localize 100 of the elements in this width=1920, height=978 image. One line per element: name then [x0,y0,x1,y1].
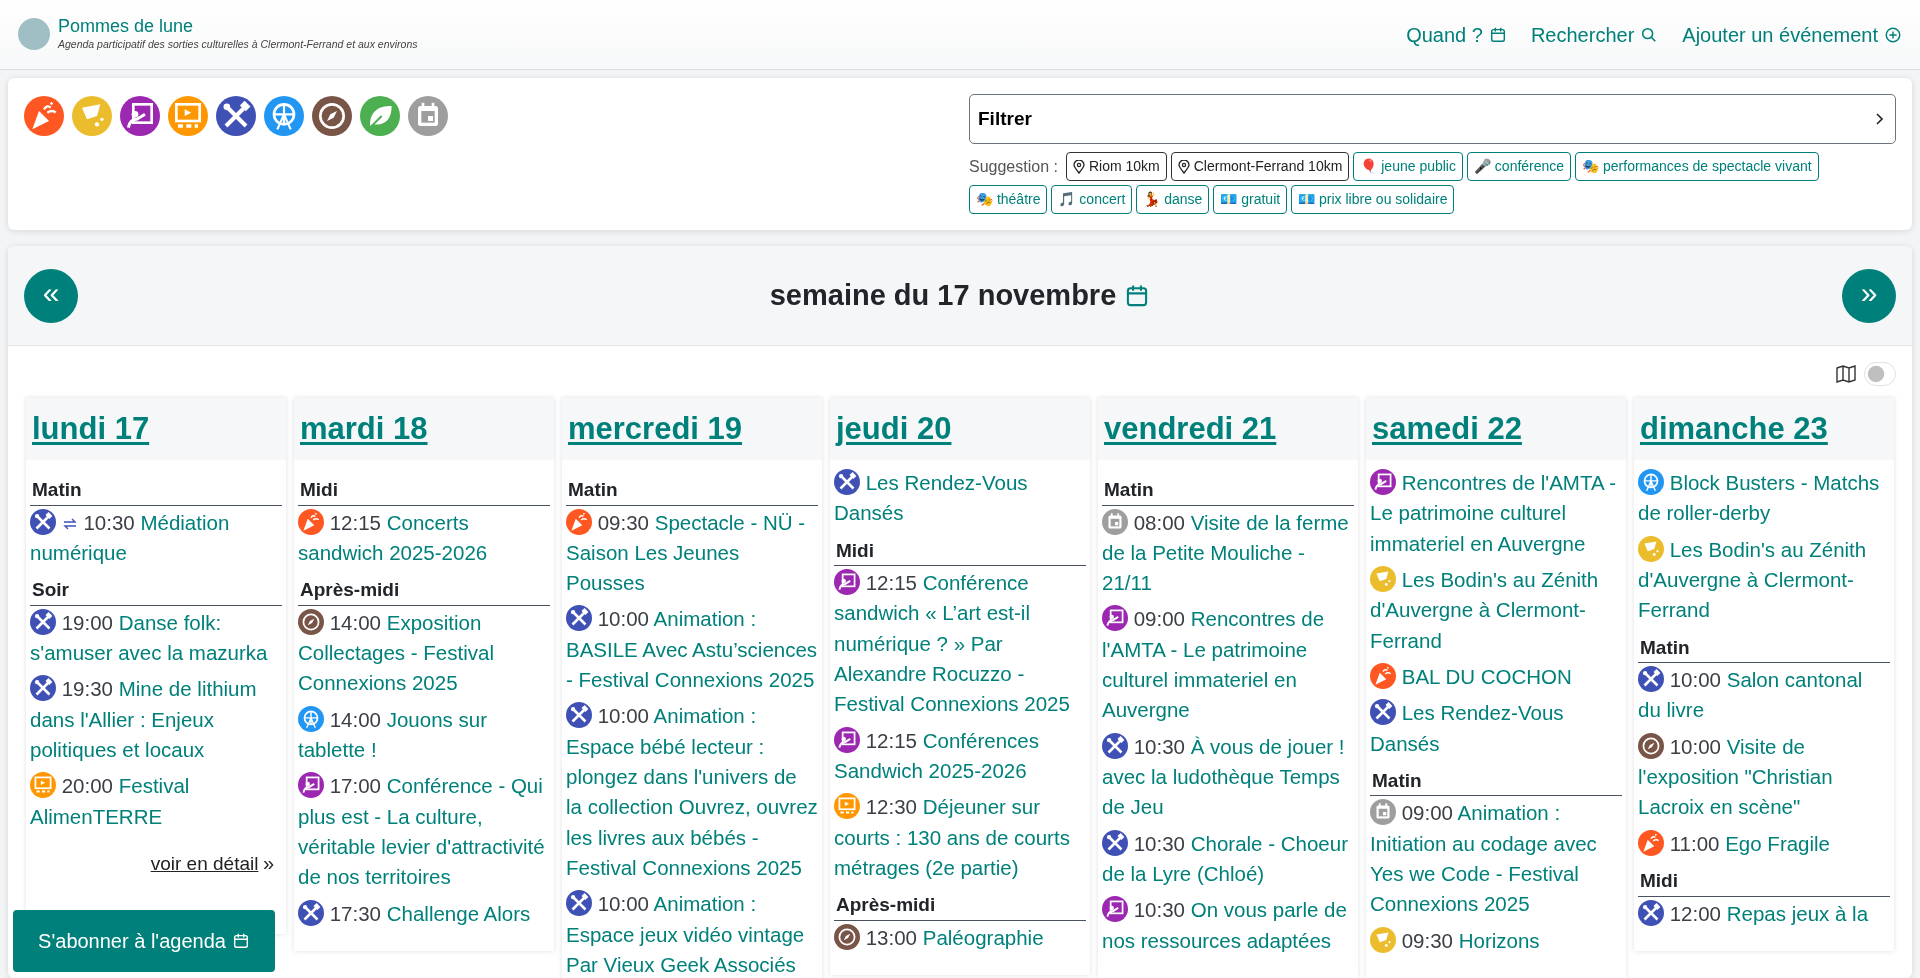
event-link[interactable]: Block Busters - Matchs de roller-derby [1638,468,1890,529]
event-link[interactable]: 12:15 Concerts sandwich 2025-2026 [298,507,550,569]
pin-icon [1072,159,1085,174]
time-of-day-heading: Après-midi [834,891,1086,921]
ferris-wheel-icon [298,705,324,732]
event-link[interactable]: 17:00 Conférence - Qui plus est - La culture, véritable levier d'attractivité de nos territoires [298,771,550,893]
screen-icon[interactable] [168,96,208,136]
event-link[interactable]: 11:00 Ego Fragile [1638,828,1890,860]
suggestion-chip[interactable]: Riom 10km [1065,152,1167,181]
tools-icon [1638,899,1664,926]
pin-icon [1177,159,1190,174]
suggestion-chip[interactable]: 💃 danse [1136,185,1210,214]
tools-icon [566,702,592,729]
event-link[interactable]: 08:00 Visite de la ferme de la Petite Mouliche - 21/11 [1102,507,1354,599]
time-of-day-heading: Midi [1638,867,1890,897]
event-link[interactable]: 10:00 Salon cantonal du livre [1638,665,1890,726]
event-link[interactable]: 19:00 Danse folk: s'amuser avec la mazurka [30,607,282,669]
tools-icon[interactable] [216,96,256,136]
nav-link[interactable]: Quand ? [1406,19,1507,50]
event-link[interactable]: 09:00 Animation : Initiation au codage avec Yes we Code - Festival Connexions 2025 [1370,798,1622,920]
calendar-icon [1488,25,1507,44]
time-of-day-heading: Matin [1638,633,1890,664]
screen-icon [834,793,860,820]
event-link[interactable]: Rencontres de l'AMTA - Le patrimoine culturel immateriel en Auvergne [1370,468,1622,559]
event-link[interactable]: 13:00 Paléographie [834,922,1086,954]
party-popper-icon [566,508,592,535]
nav-link[interactable]: Ajouter un événement [1682,19,1902,50]
leaf-icon[interactable] [360,96,400,136]
suggestion-chip[interactable]: 💶 gratuit [1213,185,1288,214]
event-link[interactable]: Les Rendez-Vous Dansés [1370,698,1622,759]
party-popper-icon [1370,662,1396,689]
event-link[interactable]: 09:30 Horizons [1370,925,1622,957]
event-link[interactable]: 14:00 Jouons sur tablette ! [298,704,550,766]
event-link[interactable]: 10:00 Animation : BASILE Avec Astu’sciences - Festival Connexions 2025 [566,604,818,696]
suggestion-chip[interactable]: 🎵 concert [1051,185,1133,214]
presenter-icon [834,726,860,753]
event-link[interactable]: 10:00 Animation : Espace jeux vidéo vintage Par Vieux Geek Associés [566,889,818,978]
event-link[interactable]: 10:30 À vous de jouer ! avec la ludothèque Temps de Jeu [1102,731,1354,823]
tools-icon [1102,829,1128,856]
suggestion-chip[interactable]: 💶 prix libre ou solidaire [1291,185,1455,214]
previous-week-button[interactable]: « [24,268,78,323]
event-link[interactable]: 09:00 Rencontres de l'AMTA - Le patrimoine culturel immateriel en Auvergne [1102,604,1354,726]
compass-icon [298,608,324,635]
event-link[interactable]: 12:00 Repas jeux à la [1638,898,1890,929]
calendar-icon[interactable] [408,96,448,136]
party-popper-icon [298,508,324,535]
tools-icon [834,469,860,495]
filter-toggle[interactable]: Filtrer [969,94,1896,144]
chevrons-icon: » [262,851,274,874]
time-of-day-heading: Matin [1370,766,1622,797]
event-link[interactable]: 10:00 Animation : Espace bébé lecteur : plongez dans l'univers de la collection Ouvrez, ouvrez les livres aux bébés - Festival Connexions 2025 [566,701,818,884]
nav-link[interactable]: Rechercher [1530,19,1659,50]
event-link[interactable]: 10:30 On vous parle de nos ressources adaptées [1102,895,1354,957]
suggestion-chip[interactable]: 🎭 théâtre [969,185,1048,214]
time-of-day-heading: Matin [30,476,282,506]
event-link[interactable]: 10:00 Visite de l'exposition "Christian Lacroix en scène" [1638,731,1890,823]
next-week-button[interactable]: » [1842,268,1896,323]
event-link[interactable]: 14:00 Exposition Collectages - Festival Connexions 2025 [298,607,550,699]
compass-icon[interactable] [312,96,352,136]
site-title[interactable]: Pommes de lune [58,16,418,37]
event-link[interactable]: 19:30 Mine de lithium dans l'Allier : Enjeux politiques et locaux [30,674,282,766]
event-link[interactable]: Les Bodin's au Zénith d'Auvergne à Clermont-Ferrand [1638,534,1890,626]
tools-icon [1102,732,1128,759]
tools-icon [1638,666,1664,693]
calendar-icon [1102,508,1128,535]
suggestion-chip[interactable]: 🎤 conférence [1467,152,1572,181]
event-link[interactable]: 20:00 Festival AlimenTERRE [30,771,282,832]
event-link[interactable]: 12:15 Conférence sandwich « L’art est-il numérique ? » Par Alexandre Rocuzzo - Festival Connexions 2025 [834,568,1086,720]
bucket-icon [1370,566,1396,592]
tools-icon [566,890,592,917]
map-view-switch[interactable] [1864,362,1896,386]
event-link[interactable]: 09:30 Spectacle - NÜ - Saison Les Jeunes Pousses [566,507,818,599]
event-link[interactable]: Les Rendez-Vous Dansés [834,468,1086,529]
bucket-icon[interactable] [72,96,112,136]
presenter-icon[interactable] [120,96,160,136]
details-link[interactable]: voir en détail [150,852,259,874]
compass-icon [834,923,860,950]
time-of-day-heading: Matin [566,476,818,506]
ferris-wheel-icon[interactable] [264,96,304,136]
party-popper-icon[interactable] [24,96,64,136]
event-link[interactable]: 17:30 Challenge Alors [298,898,550,929]
event-link[interactable]: 10:30 Chorale - Choeur de la Lyre (Chloé) [1102,828,1354,890]
event-link[interactable]: 12:15 Conférences Sandwich 2025-2026 [834,725,1086,787]
presenter-icon [1102,896,1128,923]
logo[interactable] [18,18,50,51]
ferris-wheel-icon [1638,469,1664,495]
suggestion-chip[interactable]: 🎈 jeune public [1353,152,1463,181]
subscribe-button[interactable]: S'abonner à l'agenda [13,910,275,972]
tools-icon [1370,699,1396,726]
presenter-icon [834,569,860,596]
time-of-day-heading: Après-midi [298,576,550,606]
event-link[interactable]: 12:30 Déjeuner sur courts : 130 ans de courts métrages (2e partie) [834,792,1086,884]
presenter-icon [1102,605,1128,632]
suggestion-chip[interactable]: Clermont-Ferrand 10km [1170,152,1350,181]
tools-icon [30,508,56,535]
event-link[interactable]: BAL DU COCHON [1370,661,1622,693]
presenter-icon [298,772,324,799]
event-link[interactable]: Les Bodin's au Zénith d'Auvergne à Clermont-Ferrand [1370,565,1622,656]
event-link[interactable]: 10:30 Médiation numérique [30,507,282,569]
suggestion-chip[interactable]: 🎭 performances de spectacle vivant [1575,152,1819,181]
